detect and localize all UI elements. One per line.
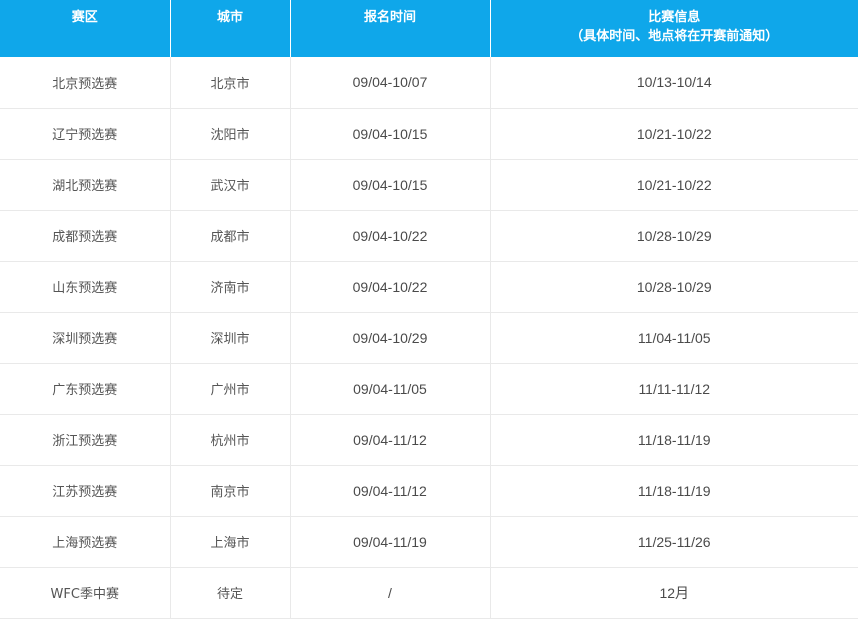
cell-signup: 09/04-10/15 [290,108,491,160]
table-row: WFC季中赛 待定 / 12月 [0,567,858,619]
cell-signup: / [290,567,491,619]
cell-signup: 09/04-10/29 [290,312,491,364]
cell-match: 11/25-11/26 [490,516,858,568]
header-city: 城市 [170,0,291,57]
cell-region: 辽宁预选赛 [0,108,171,160]
table-row: 广东预选赛 广州市 09/04-11/05 11/11-11/12 [0,363,858,415]
cell-signup: 09/04-10/22 [290,261,491,313]
cell-city: 待定 [170,567,291,619]
cell-match: 10/21-10/22 [490,159,858,211]
cell-signup: 09/04-11/12 [290,465,491,517]
cell-match: 11/18-11/19 [490,465,858,517]
cell-match: 10/13-10/14 [490,57,858,109]
cell-city: 广州市 [170,363,291,415]
table-row: 湖北预选赛 武汉市 09/04-10/15 10/21-10/22 [0,159,858,211]
header-row: 赛区 城市 报名时间 比赛信息 （具体时间、地点将在开赛前通知） [0,0,858,57]
cell-region: 上海预选赛 [0,516,171,568]
cell-region: 广东预选赛 [0,363,171,415]
table-header: 赛区 城市 报名时间 比赛信息 （具体时间、地点将在开赛前通知） [0,0,858,57]
header-match-info-title: 比赛信息 [648,10,701,25]
cell-city: 深圳市 [170,312,291,364]
schedule-table: 赛区 城市 报名时间 比赛信息 （具体时间、地点将在开赛前通知） 北京预选赛 北… [0,0,858,619]
cell-region: WFC季中赛 [0,567,171,619]
cell-region: 江苏预选赛 [0,465,171,517]
cell-city: 杭州市 [170,414,291,466]
cell-signup: 09/04-10/07 [290,57,491,109]
header-match-info: 比赛信息 （具体时间、地点将在开赛前通知） [490,0,858,57]
cell-signup: 09/04-10/15 [290,159,491,211]
cell-match: 11/04-11/05 [490,312,858,364]
table-row: 辽宁预选赛 沈阳市 09/04-10/15 10/21-10/22 [0,108,858,160]
cell-city: 济南市 [170,261,291,313]
header-signup-time: 报名时间 [290,0,491,57]
cell-region: 湖北预选赛 [0,159,171,211]
table-body: 北京预选赛 北京市 09/04-10/07 10/13-10/14 辽宁预选赛 … [0,57,858,619]
cell-match: 11/18-11/19 [490,414,858,466]
cell-city: 武汉市 [170,159,291,211]
cell-region: 北京预选赛 [0,57,171,109]
table-row: 山东预选赛 济南市 09/04-10/22 10/28-10/29 [0,261,858,313]
header-region: 赛区 [0,0,171,57]
cell-city: 成都市 [170,210,291,262]
table-row: 上海预选赛 上海市 09/04-11/19 11/25-11/26 [0,516,858,568]
cell-region: 深圳预选赛 [0,312,171,364]
table-row: 北京预选赛 北京市 09/04-10/07 10/13-10/14 [0,57,858,109]
table-row: 浙江预选赛 杭州市 09/04-11/12 11/18-11/19 [0,414,858,466]
cell-region: 成都预选赛 [0,210,171,262]
header-match-info-note: （具体时间、地点将在开赛前通知） [570,29,779,44]
cell-city: 沈阳市 [170,108,291,160]
cell-signup: 09/04-11/12 [290,414,491,466]
cell-match: 10/28-10/29 [490,210,858,262]
cell-signup: 09/04-11/19 [290,516,491,568]
table-row: 深圳预选赛 深圳市 09/04-10/29 11/04-11/05 [0,312,858,364]
table-row: 江苏预选赛 南京市 09/04-11/12 11/18-11/19 [0,465,858,517]
cell-match: 12月 [490,567,858,619]
table-row: 成都预选赛 成都市 09/04-10/22 10/28-10/29 [0,210,858,262]
cell-city: 北京市 [170,57,291,109]
cell-region: 浙江预选赛 [0,414,171,466]
cell-signup: 09/04-10/22 [290,210,491,262]
cell-match: 10/21-10/22 [490,108,858,160]
cell-match: 10/28-10/29 [490,261,858,313]
cell-city: 上海市 [170,516,291,568]
cell-signup: 09/04-11/05 [290,363,491,415]
cell-match: 11/11-11/12 [490,363,858,415]
cell-city: 南京市 [170,465,291,517]
cell-region: 山东预选赛 [0,261,171,313]
